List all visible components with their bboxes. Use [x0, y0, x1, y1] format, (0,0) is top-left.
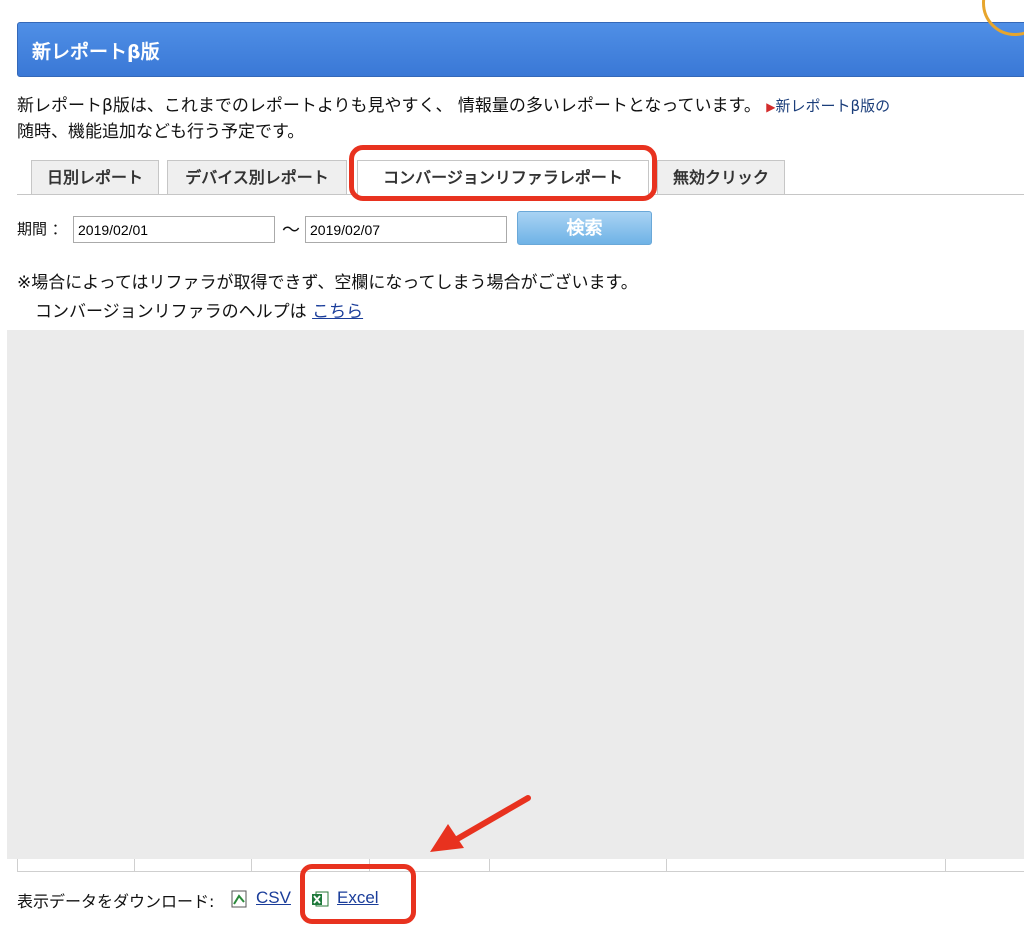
- intro-text: 新レポートβ版は、これまでのレポートよりも見やすく、 情報量の多いレポートとなっ…: [17, 94, 1024, 145]
- help-prefix: コンバージョンリファラのヘルプは: [35, 302, 313, 322]
- table-divider: [489, 859, 490, 872]
- help-link[interactable]: こちら: [312, 302, 363, 322]
- help-note: コンバージョンリファラのヘルプは こちら: [35, 297, 363, 322]
- search-button[interactable]: 検索: [517, 211, 652, 245]
- new-report-link[interactable]: ▶新レポートβ版の: [766, 97, 890, 115]
- tab-daily-report[interactable]: 日別レポート: [31, 160, 159, 194]
- table-divider: [134, 859, 135, 872]
- period-label: 期間 ：: [17, 220, 67, 238]
- csv-file-icon[interactable]: [230, 890, 248, 908]
- date-separator: 〜: [282, 220, 300, 241]
- triangle-right-icon: ▶: [766, 100, 776, 114]
- report-content-panel: [7, 330, 1024, 859]
- new-report-link-label: 新レポートβ版の: [775, 97, 891, 115]
- red-arrow-annotation-icon: [430, 795, 531, 852]
- csv-download-link[interactable]: CSV: [256, 888, 291, 908]
- tab-device-label: デバイス別レポート: [185, 168, 329, 187]
- table-divider: [945, 859, 946, 872]
- intro-line2: 随時、機能追加なども行う予定です。: [17, 122, 305, 142]
- tab-invalid-click[interactable]: 無効クリック: [657, 160, 785, 194]
- table-bottom-strip: [17, 859, 1024, 872]
- table-divider: [251, 859, 252, 872]
- intro-line1: 新レポートβ版は、これまでのレポートよりも見やすく、 情報量の多いレポートとなっ…: [17, 96, 761, 116]
- table-divider: [17, 859, 18, 872]
- tab-daily-label: 日別レポート: [46, 168, 143, 187]
- tab-highlight-annotation: [349, 145, 657, 201]
- referrer-warning: ※場合によってはリファラが取得できず、空欄になってしまう場合がございます。: [17, 273, 638, 293]
- start-date-input[interactable]: [73, 216, 275, 243]
- tab-invalid-label: 無効クリック: [672, 168, 769, 187]
- excel-highlight-annotation: [300, 864, 416, 924]
- tab-device-report[interactable]: デバイス別レポート: [167, 160, 347, 194]
- end-date-input[interactable]: [305, 216, 507, 243]
- header-title: 新レポートβ版: [32, 41, 160, 63]
- download-label: 表示データをダウンロード:: [17, 892, 215, 911]
- table-divider: [666, 859, 667, 872]
- report-header: 新レポートβ版: [17, 22, 1024, 77]
